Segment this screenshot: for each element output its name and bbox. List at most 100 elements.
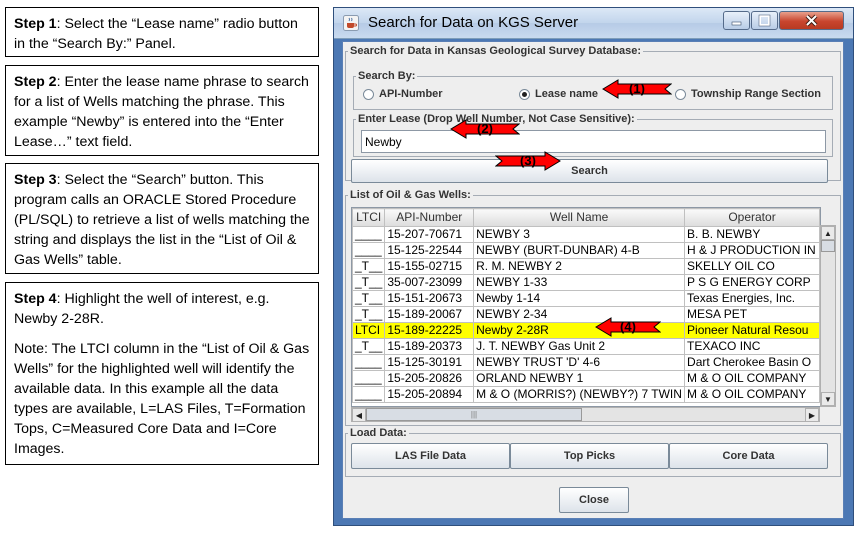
scroll-down-button[interactable]: ▼ <box>821 392 835 406</box>
cell-ltci[interactable]: ____ <box>352 386 386 403</box>
scroll-right-button[interactable]: ▶ <box>805 408 819 422</box>
cell-operator[interactable]: H & J PRODUCTION IN <box>684 242 820 259</box>
cell-well-name[interactable]: M & O (MORRIS?) (NEWBY?) 7 TWIN <box>473 386 686 403</box>
callout-4-label: (4) <box>620 319 636 334</box>
top-picks-button[interactable]: Top Picks <box>510 443 669 469</box>
cell-ltci[interactable]: _T__ <box>352 274 386 291</box>
wells-vertical-scrollbar[interactable]: ▲ ▼ <box>820 225 836 407</box>
cell-api-number[interactable]: 35-007-23099 <box>384 274 475 291</box>
cell-ltci[interactable]: LTCI <box>352 322 386 339</box>
table-row[interactable]: ____ 15-205-20894 M & O (MORRIS?) (NEWBY?)… <box>352 386 820 403</box>
wells-group-label: List of Oil & Gas Wells: <box>348 189 473 201</box>
cell-operator[interactable]: P S G ENERGY CORP <box>684 274 820 291</box>
column-header-ltci[interactable]: LTCI <box>352 208 386 227</box>
cell-api-number[interactable]: 15-125-30191 <box>384 354 475 371</box>
core-data-button[interactable]: Core Data <box>669 443 828 469</box>
cell-ltci[interactable]: _T__ <box>352 258 386 275</box>
minimize-button[interactable] <box>723 11 750 30</box>
radio-lease-name[interactable]: Lease name <box>519 88 598 100</box>
cell-well-name[interactable]: J. T. NEWBY Gas Unit 2 <box>473 338 686 355</box>
cell-well-name[interactable]: R. M. NEWBY 2 <box>473 258 686 275</box>
radio-api-circle[interactable] <box>363 88 374 100</box>
cell-operator[interactable]: Pioneer Natural Resou <box>684 322 820 339</box>
horizontal-scroll-thumb[interactable]: ||| <box>366 408 582 421</box>
cell-ltci[interactable]: ____ <box>352 242 386 259</box>
table-row[interactable]: _T__ 15-189-20067 NEWBY 2-34 MESA PET <box>352 306 820 323</box>
search-by-label: Search By: <box>356 70 418 82</box>
step-2-text: Step 2: Enter the lease name phrase to s… <box>14 74 309 150</box>
cell-ltci[interactable]: _T__ <box>352 338 386 355</box>
radio-lease-circle[interactable] <box>519 88 530 100</box>
radio-trs-circle[interactable] <box>675 88 686 100</box>
callout-4-arrow: (4) <box>595 317 661 337</box>
column-header-operator[interactable]: Operator <box>684 208 820 227</box>
cell-well-name[interactable]: ORLAND NEWBY 1 <box>473 370 686 387</box>
cell-api-number[interactable]: 15-189-22225 <box>384 322 475 339</box>
maximize-button[interactable] <box>751 11 778 30</box>
cell-well-name[interactable]: NEWBY 3 <box>473 226 686 243</box>
search-button[interactable]: Search <box>351 159 828 183</box>
close-window-button[interactable] <box>779 11 844 30</box>
table-row[interactable]: ____ 15-125-30191 NEWBY TRUST 'D' 4-6 Dart … <box>352 354 820 371</box>
radio-township-range-section[interactable]: Township Range Section <box>675 88 821 100</box>
java-cup-icon <box>343 15 359 31</box>
scroll-up-button[interactable]: ▲ <box>821 226 835 240</box>
cell-well-name[interactable]: NEWBY TRUST 'D' 4-6 <box>473 354 686 371</box>
step-2-box: Step 2: Enter the lease name phrase to s… <box>5 65 319 156</box>
lease-input[interactable]: Newby <box>361 130 826 153</box>
cell-operator[interactable]: M & O OIL COMPANY <box>684 370 820 387</box>
column-header-well-name[interactable]: Well Name <box>473 208 686 227</box>
cell-ltci[interactable]: _T__ <box>352 290 386 307</box>
table-row[interactable]: _T__ 35-007-23099 NEWBY 1-33 P S G ENERGY C… <box>352 274 820 291</box>
step-3-text: Step 3: Select the “Search” button. This… <box>14 172 310 268</box>
search-group-label: Search for Data in Kansas Geological Sur… <box>348 45 644 57</box>
callout-1-label: (1) <box>629 81 645 96</box>
vertical-scroll-thumb[interactable] <box>821 240 835 252</box>
cell-api-number[interactable]: 15-189-20373 <box>384 338 475 355</box>
las-file-data-button[interactable]: LAS File Data <box>351 443 510 469</box>
cell-api-number[interactable]: 15-151-20673 <box>384 290 475 307</box>
cell-well-name[interactable]: NEWBY 1-33 <box>473 274 686 291</box>
wells-group: List of Oil & Gas Wells: LTCI API-Number… <box>345 189 841 426</box>
wells-table-body: ____ 15-207-70671 NEWBY 3 B. B. NEWBY ____ 15… <box>352 226 820 403</box>
table-row[interactable]: _T__ 15-189-20373 J. T. NEWBY Gas Unit 2 TE… <box>352 338 820 355</box>
cell-operator[interactable]: Texas Energies, Inc. <box>684 290 820 307</box>
table-row-selected[interactable]: LTCI 15-189-22225 Newby 2-28R Pioneer Natur… <box>352 322 820 339</box>
cell-api-number[interactable]: 15-205-20894 <box>384 386 475 403</box>
cell-ltci[interactable]: ____ <box>352 370 386 387</box>
cell-api-number[interactable]: 15-155-02715 <box>384 258 475 275</box>
step-4-note: Note: The LTCI column in the “List of Oi… <box>14 341 310 457</box>
wells-table-header: LTCI API-Number Well Name Operator <box>352 208 820 227</box>
column-header-api-number[interactable]: API-Number <box>384 208 475 227</box>
scroll-left-button[interactable]: ◀ <box>352 408 366 422</box>
radio-api-number[interactable]: API-Number <box>363 88 443 100</box>
cell-well-name[interactable]: NEWBY (BURT-DUNBAR) 4-B <box>473 242 686 259</box>
cell-api-number[interactable]: 15-205-20826 <box>384 370 475 387</box>
cell-api-number[interactable]: 15-189-20067 <box>384 306 475 323</box>
maximize-icon <box>758 14 771 27</box>
cell-well-name[interactable]: Newby 1-14 <box>473 290 686 307</box>
window-titlebar[interactable]: Search for Data on KGS Server <box>334 8 853 39</box>
cell-ltci[interactable]: ____ <box>352 226 386 243</box>
cell-api-number[interactable]: 15-207-70671 <box>384 226 475 243</box>
callout-1-arrow: (1) <box>602 79 672 99</box>
table-row[interactable]: ____ 15-125-22544 NEWBY (BURT-DUNBAR) 4-B H… <box>352 242 820 259</box>
table-row[interactable]: _T__ 15-151-20673 Newby 1-14 Texas Energies… <box>352 290 820 307</box>
wells-horizontal-scrollbar[interactable]: ◀ ||| ▶ <box>351 407 820 422</box>
cell-operator[interactable]: B. B. NEWBY <box>684 226 820 243</box>
cell-operator[interactable]: Dart Cherokee Basin O <box>684 354 820 371</box>
window-title: Search for Data on KGS Server <box>368 14 579 31</box>
cell-ltci[interactable]: _T__ <box>352 306 386 323</box>
callout-3-arrow: (3) <box>495 151 561 171</box>
table-row[interactable]: ____ 15-207-70671 NEWBY 3 B. B. NEWBY <box>352 226 820 243</box>
table-row[interactable]: ____ 15-205-20826 ORLAND NEWBY 1M & O OIL … <box>352 370 820 387</box>
cell-operator[interactable]: M & O OIL COMPANY <box>684 386 820 403</box>
table-row[interactable]: _T__ 15-155-02715 R. M. NEWBY 2 SKELLY OIL … <box>352 258 820 275</box>
close-button[interactable]: Close <box>559 487 629 513</box>
cell-api-number[interactable]: 15-125-22544 <box>384 242 475 259</box>
cell-operator[interactable]: TEXACO INC <box>684 338 820 355</box>
cell-operator[interactable]: MESA PET <box>684 306 820 323</box>
cell-operator[interactable]: SKELLY OIL CO <box>684 258 820 275</box>
cell-ltci[interactable]: ____ <box>352 354 386 371</box>
scroll-down-icon: ▼ <box>824 395 832 404</box>
